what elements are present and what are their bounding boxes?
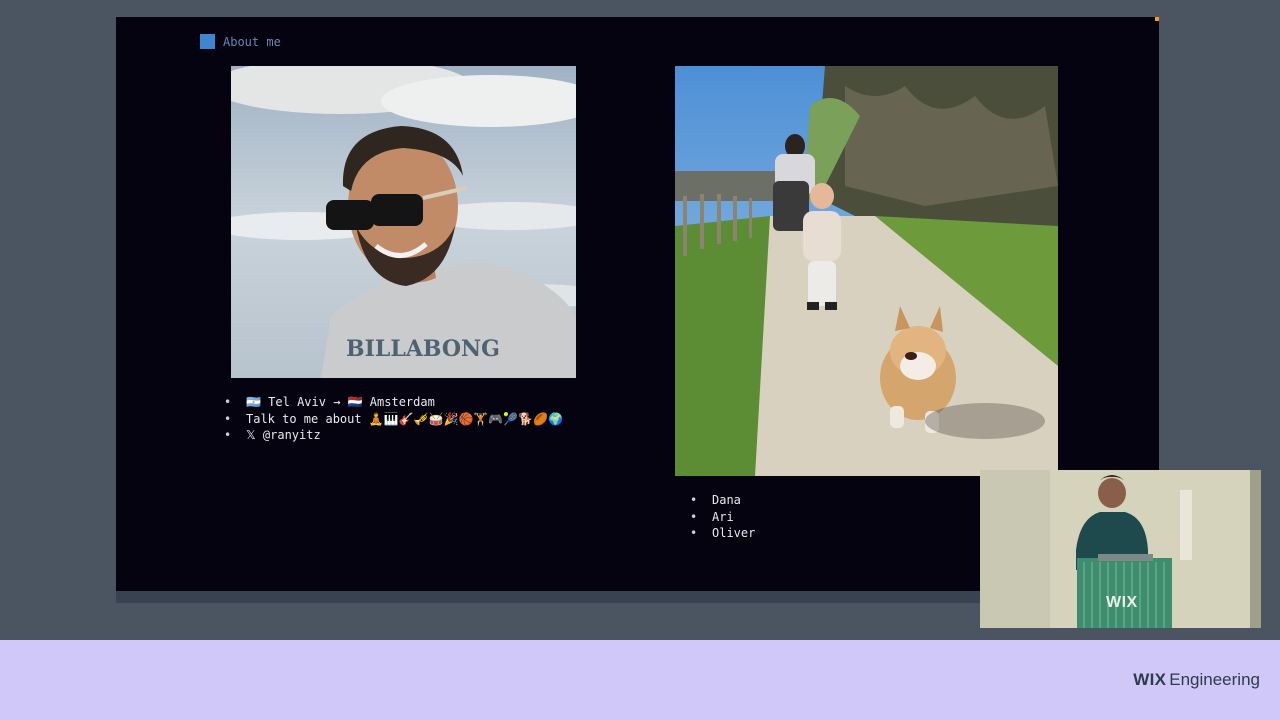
list-item: Dana <box>690 492 755 509</box>
list-item: Ari <box>690 509 755 526</box>
brand-engineering: Engineering <box>1169 670 1260 689</box>
list-item: Talk to me about 🧘🎹🎸🎺🥁🎉🏀🏋🎮🎾🐕🏉🌍 <box>224 411 563 428</box>
list-item: 𝕏 @ranyitz <box>224 427 563 444</box>
podium-logo: WIX <box>1106 594 1138 611</box>
wix-engineering-logo: WIX Engineering <box>1133 670 1260 690</box>
portrait-photo: BILLABONG <box>231 66 576 378</box>
brand-wix: WIX <box>1133 670 1167 689</box>
family-list: Dana Ari Oliver <box>690 492 755 542</box>
footer-bar: WIX Engineering <box>0 640 1280 720</box>
list-item: 🇦🇷 Tel Aviv → 🇳🇱 Amsterdam <box>224 394 563 411</box>
slide-title-text: About me <box>223 34 281 49</box>
about-list: 🇦🇷 Tel Aviv → 🇳🇱 Amsterdam Talk to me ab… <box>224 394 563 444</box>
slide-title: About me <box>200 34 281 49</box>
square-icon <box>200 34 215 49</box>
speaker-video: WIX <box>980 470 1261 628</box>
svg-text:BILLABONG: BILLABONG <box>346 336 500 362</box>
family-photo <box>675 66 1058 476</box>
list-item: Oliver <box>690 525 755 542</box>
recording-indicator <box>1155 17 1159 21</box>
